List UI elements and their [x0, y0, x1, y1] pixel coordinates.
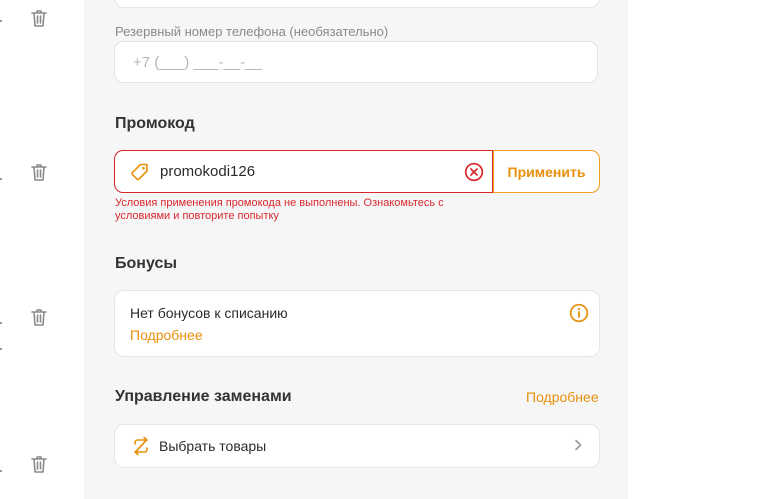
info-icon[interactable]	[569, 303, 589, 323]
tag-icon	[131, 163, 148, 180]
promo-error-message: Условия применения промокода не выполнен…	[115, 197, 444, 222]
trash-icon[interactable]	[30, 307, 48, 327]
replacements-details-link[interactable]: Подробнее	[526, 389, 599, 405]
bonuses-details-link[interactable]: Подробнее	[130, 327, 203, 343]
replacements-title: Управление заменами	[115, 388, 292, 405]
divider	[0, 178, 2, 180]
trash-icon[interactable]	[30, 8, 48, 28]
select-products-label: Выбрать товары	[159, 438, 267, 454]
chevron-right-icon	[575, 439, 582, 451]
divider	[0, 322, 2, 324]
swap-icon	[134, 436, 148, 456]
trash-icon[interactable]	[30, 162, 48, 182]
divider	[0, 470, 2, 472]
previous-card	[114, 0, 600, 8]
right-area	[628, 0, 769, 499]
apply-promo-button[interactable]: Применить	[493, 150, 600, 193]
phone-placeholder: +7 (___) ___-__-__	[133, 53, 262, 71]
backup-phone-label: Резервный номер телефона (необязательно)	[115, 24, 389, 39]
select-products-button[interactable]: Выбрать товары	[114, 424, 600, 468]
divider	[0, 20, 2, 22]
cart-items-strip	[0, 0, 84, 499]
backup-phone-input[interactable]: +7 (___) ___-__-__	[114, 41, 598, 83]
promo-title: Промокод	[115, 115, 195, 132]
trash-icon[interactable]	[30, 454, 48, 474]
promo-code-value: promokodi126	[160, 163, 256, 180]
bonuses-status: Нет бонусов к списанию	[130, 305, 288, 321]
promo-code-input[interactable]: promokodi126	[114, 150, 493, 193]
bonuses-title: Бонусы	[115, 255, 177, 272]
divider	[0, 348, 2, 350]
clear-icon[interactable]	[464, 162, 484, 182]
bonuses-card: Нет бонусов к списанию Подробнее	[114, 290, 600, 357]
